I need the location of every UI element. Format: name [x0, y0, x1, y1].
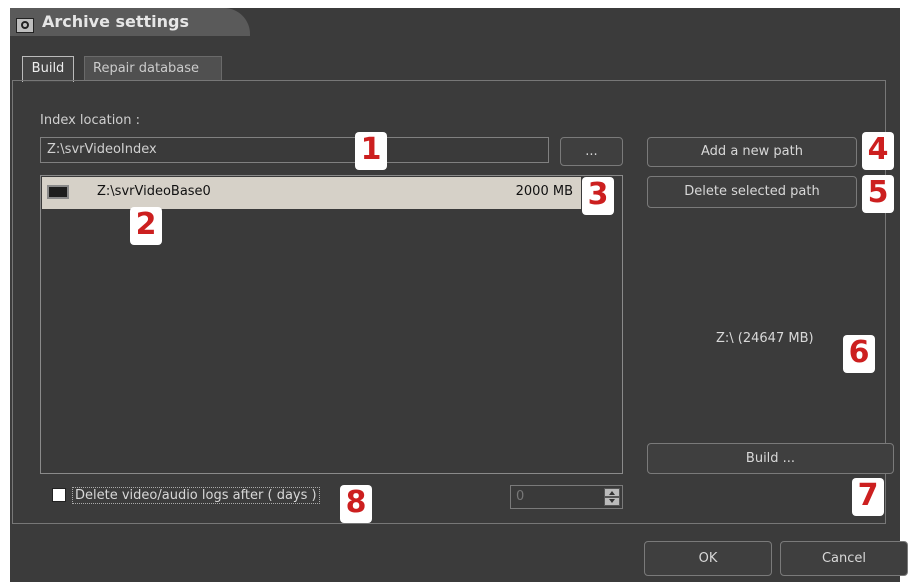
ok-button[interactable]: OK [644, 541, 772, 576]
annotation-badge: 8 [340, 485, 372, 523]
index-location-label: Index location : [40, 113, 141, 128]
tab-build[interactable]: Build [22, 56, 74, 82]
index-location-field[interactable]: Z:\svrVideoIndex [40, 137, 549, 163]
drive-icon [47, 185, 69, 199]
disk-info: Z:\ (24647 MB) [716, 331, 814, 346]
list-item[interactable]: Z:\svrVideoBase0 2000 MB [42, 177, 581, 209]
annotation-badge: 7 [852, 478, 884, 516]
spin-up-icon[interactable] [604, 488, 620, 497]
spin-down-icon[interactable] [604, 497, 620, 506]
delete-logs-checkbox[interactable] [52, 488, 66, 502]
path-name: Z:\svrVideoBase0 [97, 184, 211, 199]
annotation-badge: 2 [130, 207, 162, 245]
window-title: Archive settings [42, 12, 190, 31]
days-value: 0 [516, 489, 525, 504]
cancel-button[interactable]: Cancel [780, 541, 908, 576]
archive-settings-icon [16, 18, 34, 33]
annotation-badge: 5 [862, 175, 894, 213]
add-path-button[interactable]: Add a new path [647, 137, 857, 167]
delete-logs-label[interactable]: Delete video/audio logs after ( days ) [72, 487, 320, 504]
path-size: 2000 MB [515, 184, 573, 199]
tab-repair-database[interactable]: Repair database [84, 56, 222, 80]
annotation-badge: 6 [843, 335, 875, 373]
paths-list[interactable]: Z:\svrVideoBase0 2000 MB [40, 175, 623, 474]
build-button[interactable]: Build ... [647, 443, 894, 474]
browse-button[interactable]: ... [560, 137, 623, 166]
annotation-badge: 4 [862, 132, 894, 170]
annotation-badge: 3 [582, 177, 614, 215]
delete-path-button[interactable]: Delete selected path [647, 176, 857, 208]
days-spinbox[interactable]: 0 [510, 485, 623, 509]
title-bar: Archive settings [10, 8, 250, 36]
annotation-badge: 1 [355, 132, 387, 170]
